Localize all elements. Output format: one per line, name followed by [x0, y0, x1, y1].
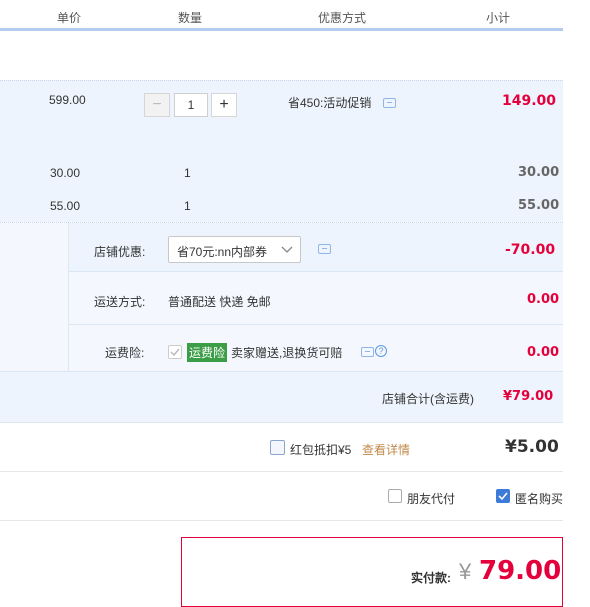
redpacket-amount: ¥5.00 [505, 437, 559, 457]
col-qty-header: 数量 [178, 11, 203, 25]
chevron-down-icon [281, 246, 293, 253]
payment-amount: 79.00 [479, 556, 562, 586]
friend-pay-label: 朋友代付 [407, 492, 456, 506]
insurance-amount: 0.00 [527, 345, 560, 360]
anonymous-checkbox[interactable] [496, 489, 510, 503]
item-price: 55.00 [50, 199, 81, 213]
discount-label: 店铺优惠: [94, 245, 146, 259]
item-qty: 1 [184, 199, 191, 213]
payment-label: 实付款: [411, 571, 451, 585]
help-icon[interactable]: ? [375, 345, 387, 357]
item-promo: 省450:活动促销 [288, 96, 372, 110]
redpacket-detail-link[interactable]: 查看详情 [362, 441, 410, 458]
item-price: 599.00 [49, 93, 86, 107]
item-subtotal: 55.00 [518, 198, 560, 213]
item-qty: 1 [184, 166, 191, 180]
shipping-value: 普通配送 快递 免邮 [168, 295, 271, 309]
insurance-label: 运费险: [105, 346, 145, 360]
store-total-value: ¥79.00 [503, 389, 554, 404]
qty-plus-button[interactable]: + [211, 93, 237, 117]
message-icon[interactable] [318, 244, 331, 254]
message-icon[interactable] [361, 347, 374, 357]
discount-select-value: 省70元:nn内部券 [177, 245, 268, 259]
redpacket-checkbox[interactable] [270, 440, 285, 455]
insurance-desc: 卖家赠送,退换货可赔 [231, 346, 343, 360]
shipping-label: 运送方式: [94, 295, 146, 309]
table-header: 单价 数量 优惠方式 小计 [0, 0, 563, 31]
discount-select[interactable]: 省70元:nn内部券 [168, 236, 301, 263]
message-icon[interactable] [383, 98, 396, 108]
discount-amount: -70.00 [505, 242, 556, 258]
qty-input[interactable]: 1 [174, 93, 208, 117]
store-total-label: 店铺合计(含运费) [382, 392, 474, 406]
anonymous-label: 匿名购买 [515, 492, 563, 506]
shipping-amount: 0.00 [527, 292, 560, 307]
item-subtotal: 149.00 [502, 93, 557, 109]
col-price-header: 单价 [57, 11, 82, 25]
insurance-badge: 运费险 [187, 343, 228, 362]
friend-pay-checkbox[interactable] [388, 489, 402, 503]
col-promo-header: 优惠方式 [318, 11, 367, 25]
item-subtotal: 30.00 [518, 165, 560, 180]
redpacket-label: 红包抵扣¥5 [290, 443, 352, 457]
insurance-checkbox[interactable] [168, 345, 182, 359]
payment-currency: ¥ [459, 559, 472, 584]
col-subtotal-header: 小计 [486, 11, 511, 25]
store-total-row [0, 371, 563, 423]
item-price: 30.00 [50, 166, 81, 180]
qty-minus-button[interactable]: − [144, 93, 170, 117]
